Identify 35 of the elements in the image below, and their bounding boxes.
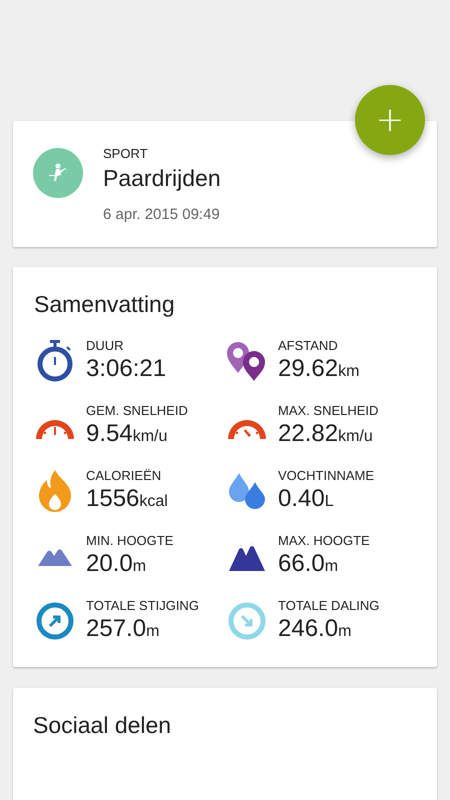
stat-value: 66.0m bbox=[278, 550, 340, 578]
stat-label: MAX. SNELHEID bbox=[278, 403, 378, 418]
stat-label: GEM. SNELHEID bbox=[86, 403, 188, 418]
stat-label: MAX. HOOGTE bbox=[278, 533, 370, 548]
stat-value: 257.0m bbox=[86, 615, 160, 643]
stat-value: 20.0m bbox=[86, 550, 148, 578]
add-button[interactable]: + bbox=[355, 85, 425, 155]
up-arrow-circle-icon bbox=[36, 602, 74, 640]
stat-label: AFSTAND bbox=[278, 338, 339, 353]
activity-date: 6 apr. 2015 09:49 bbox=[103, 206, 221, 222]
stat-label: DUUR bbox=[86, 338, 125, 353]
horse-rider-icon bbox=[33, 148, 83, 198]
map-pins-icon bbox=[226, 340, 268, 380]
section-title: Sociaal delen bbox=[33, 712, 172, 739]
stat-value: 9.54km/u bbox=[86, 420, 168, 448]
stat-value: 0.40L bbox=[278, 485, 335, 513]
water-drops-icon bbox=[227, 472, 267, 508]
stat-value: 246.0m bbox=[278, 615, 352, 643]
stat-value: 29.62km bbox=[278, 355, 360, 383]
stat-label: CALORIEËN bbox=[86, 468, 162, 483]
mountains-icon bbox=[38, 546, 72, 566]
activity-name: Paardrijden bbox=[103, 164, 221, 192]
section-title: Samenvatting bbox=[34, 291, 176, 318]
stat-value: 1556kcal bbox=[86, 485, 168, 513]
flame-icon bbox=[37, 470, 73, 512]
down-arrow-circle-icon bbox=[228, 602, 266, 640]
stat-label: TOTALE DALING bbox=[278, 598, 380, 613]
category-label: SPORT bbox=[103, 146, 149, 160]
stat-label: TOTALE STIJGING bbox=[86, 598, 199, 613]
stat-label: MIN. HOOGTE bbox=[86, 533, 174, 548]
stat-label: VOCHTINNAME bbox=[278, 468, 374, 483]
mountains-icon bbox=[229, 540, 265, 570]
stopwatch-icon bbox=[36, 340, 74, 382]
stat-value: 22.82km/u bbox=[278, 420, 374, 448]
stat-value: 3:06:21 bbox=[86, 355, 166, 383]
